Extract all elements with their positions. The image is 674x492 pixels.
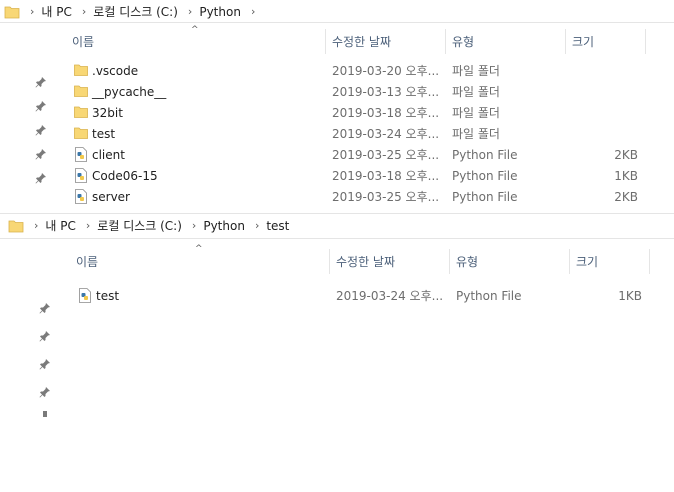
sort-ascending-icon: ^ [195,244,203,254]
breadcrumb-local-disk[interactable]: 로컬 디스크 (C:) [97,217,182,234]
file-row[interactable]: 32bit 2019-03-18 오후... 파일 폴더 [0,102,674,123]
file-name: test [96,288,120,303]
file-date: 2019-03-25 오후... [332,148,440,162]
pin-icon[interactable] [39,330,51,342]
column-divider[interactable] [449,249,450,274]
file-name: Code06-15 [92,168,158,183]
file-row[interactable]: server 2019-03-25 오후... Python File 2KB [0,186,674,207]
column-date[interactable]: 수정한 날짜 [332,33,391,50]
column-size[interactable]: 크기 [572,33,594,50]
column-divider[interactable] [645,29,646,54]
breadcrumb-python[interactable]: Python [203,219,245,233]
file-date: 2019-03-24 오후... [336,289,444,303]
divider [0,238,674,239]
file-date: 2019-03-24 오후... [332,127,440,141]
chevron-right-icon[interactable]: › [30,5,34,18]
chevron-right-icon[interactable]: › [251,5,255,18]
folder-icon [4,6,20,18]
column-name[interactable]: 이름 [76,253,98,270]
folder-icon [74,64,88,76]
pin-icon[interactable] [39,386,51,398]
file-type: Python File [452,147,518,162]
file-name: server [92,189,130,204]
folder-icon [74,127,88,139]
file-type: 파일 폴더 [452,64,500,78]
python-file-icon [75,189,87,204]
file-name: client [92,147,125,162]
folder-icon [74,106,88,118]
file-size: 2KB [614,189,638,204]
file-row[interactable]: test 2019-03-24 오후... 파일 폴더 [0,123,674,144]
file-name: __pycache__ [92,84,167,99]
file-type: 파일 폴더 [452,85,500,99]
column-divider[interactable] [565,29,566,54]
column-divider[interactable] [445,29,446,54]
file-row[interactable]: test 2019-03-24 오후... Python File 1KB [0,285,674,306]
divider [0,22,674,23]
file-date: 2019-03-13 오후... [332,85,440,99]
column-name[interactable]: 이름 [72,33,94,50]
chevron-right-icon[interactable]: › [255,219,259,232]
file-type: 파일 폴더 [452,106,500,120]
pin-icon[interactable] [39,411,51,417]
file-type: Python File [456,288,522,303]
python-file-icon [75,147,87,162]
file-name: 32bit [92,105,123,120]
python-file-icon [79,288,91,303]
file-row[interactable]: .vscode 2019-03-20 오후... 파일 폴더 [0,60,674,81]
file-name: test [92,126,116,141]
pin-icon[interactable] [39,358,51,370]
column-type[interactable]: 유형 [452,33,474,50]
chevron-right-icon[interactable]: › [86,219,90,232]
breadcrumb-this-pc[interactable]: 내 PC [41,3,71,20]
python-file-icon [75,168,87,183]
top-explorer-window: › 내 PC › 로컬 디스크 (C:) › Python › 이름 ^ 수정한… [0,0,674,212]
column-divider[interactable] [329,249,330,274]
file-size: 1KB [614,168,638,183]
file-date: 2019-03-18 오후... [332,106,440,120]
column-divider[interactable] [649,249,650,274]
file-date: 2019-03-25 오후... [332,190,440,204]
file-row[interactable]: Code06-15 2019-03-18 오후... Python File 1… [0,165,674,186]
column-divider[interactable] [569,249,570,274]
file-date: 2019-03-18 오후... [332,169,440,183]
column-type[interactable]: 유형 [456,253,478,270]
folder-icon [8,220,24,232]
file-date: 2019-03-20 오후... [332,64,440,78]
file-row[interactable]: __pycache__ 2019-03-13 오후... 파일 폴더 [0,81,674,102]
file-type: Python File [452,168,518,183]
file-size: 2KB [614,147,638,162]
bottom-explorer-window: › 내 PC › 로컬 디스크 (C:) › Python › test 이름 … [0,213,674,492]
sort-ascending-icon: ^ [191,25,199,35]
file-size: 1KB [618,288,642,303]
breadcrumb-local-disk[interactable]: 로컬 디스크 (C:) [93,3,178,20]
chevron-right-icon[interactable]: › [82,5,86,18]
file-row[interactable]: client 2019-03-25 오후... Python File 2KB [0,144,674,165]
column-size[interactable]: 크기 [576,253,598,270]
file-name: .vscode [92,63,139,78]
chevron-right-icon[interactable]: › [34,219,38,232]
folder-icon [74,85,88,97]
address-bar[interactable]: › 내 PC › 로컬 디스크 (C:) › Python › [0,0,674,23]
breadcrumb-test[interactable]: test [266,219,289,233]
column-header: 이름 ^ 수정한 날짜 유형 크기 [0,25,674,54]
file-type: 파일 폴더 [452,127,500,141]
column-date[interactable]: 수정한 날짜 [336,253,395,270]
breadcrumb-this-pc[interactable]: 내 PC [45,217,75,234]
chevron-right-icon[interactable]: › [188,5,192,18]
chevron-right-icon[interactable]: › [192,219,196,232]
column-divider[interactable] [325,29,326,54]
address-bar[interactable]: › 내 PC › 로컬 디스크 (C:) › Python › test [0,214,674,237]
breadcrumb-python[interactable]: Python [199,5,241,19]
file-type: Python File [452,189,518,204]
column-header: 이름 ^ 수정한 날짜 유형 크기 [0,244,674,274]
